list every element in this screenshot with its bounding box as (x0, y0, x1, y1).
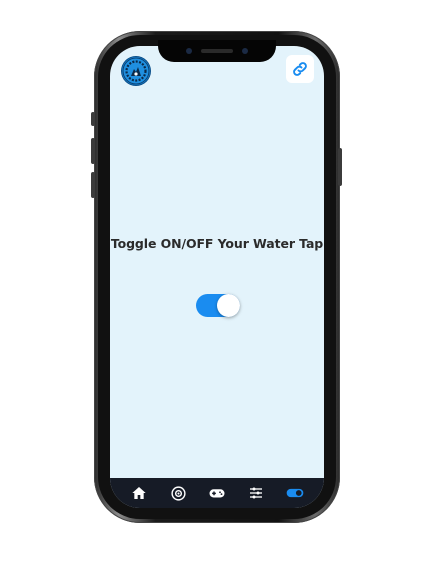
company-logo-icon[interactable] (122, 57, 150, 85)
phone-notch (158, 40, 276, 62)
nav-item-settings[interactable] (245, 482, 267, 504)
phone-side-button-silent (91, 112, 95, 126)
phone-side-button-volume-down (91, 172, 95, 198)
water-tap-toggle[interactable] (196, 294, 240, 317)
nav-item-toggle[interactable] (284, 482, 306, 504)
toggle-knob[interactable] (217, 294, 240, 317)
app-screen (110, 46, 324, 508)
earpiece-speaker (201, 49, 233, 53)
toggle-icon (286, 488, 303, 498)
bottom-nav (110, 478, 324, 508)
nav-item-view[interactable] (167, 482, 189, 504)
link-button[interactable] (286, 55, 314, 83)
page-title: Toggle ON/OFF Your Water Tap (110, 236, 324, 251)
nav-item-home[interactable] (128, 482, 150, 504)
link-icon (293, 62, 307, 76)
eye-icon (171, 485, 186, 501)
home-icon (132, 487, 147, 499)
phone-side-button-volume-up (91, 138, 95, 164)
gamepad-icon (209, 489, 225, 498)
sliders-icon (249, 487, 262, 499)
front-sensor (242, 48, 248, 54)
front-camera (186, 48, 192, 54)
nav-item-controller[interactable] (206, 482, 228, 504)
phone-side-button-power (338, 148, 342, 186)
